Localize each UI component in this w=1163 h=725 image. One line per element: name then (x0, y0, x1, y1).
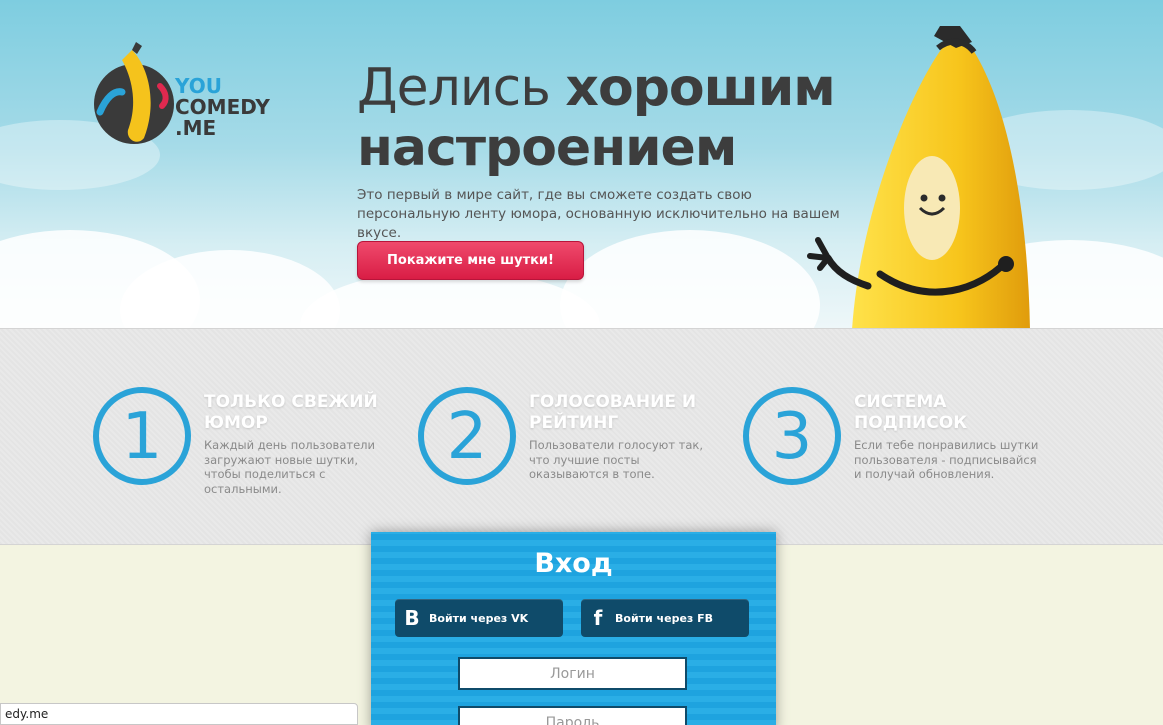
features-section: 1 ТОЛЬКО СВЕЖИЙ ЮМОР Каждый день пользов… (0, 328, 1163, 545)
headline-light-text: Делись (357, 58, 566, 118)
feature-subscriptions: 3 СИСТЕМА ПОДПИСОК Если тебе понравились… (740, 384, 1040, 494)
banana-logo-icon (94, 42, 174, 144)
feature-number: 2 (447, 400, 488, 474)
number-three-icon: 3 (743, 387, 841, 485)
feature-number: 1 (122, 400, 163, 474)
headline-bold-text-2: настроением (357, 118, 737, 178)
feature-fresh-humor: 1 ТОЛЬКО СВЕЖИЙ ЮМОР Каждый день пользов… (90, 384, 390, 496)
feature-description: Если тебе понравились шутки пользователя… (854, 438, 1039, 481)
logo-line-comedy: COMEDY (175, 95, 270, 119)
feature-number: 3 (772, 400, 813, 474)
feature-voting-rating: 2 ГОЛОСОВАНИЕ И РЕЙТИНГ Пользователи гол… (415, 384, 715, 494)
login-field[interactable]: Логин (458, 657, 687, 690)
fb-login-label: Войти через FB (615, 611, 714, 625)
feature-title: ТОЛЬКО СВЕЖИЙ ЮМОР (204, 392, 378, 433)
logo-line-me: .ME (175, 116, 217, 140)
feature-title: СИСТЕМА ПОДПИСОК (854, 392, 968, 433)
hero-subtext: Это первый в мире сайт, где вы сможете с… (357, 187, 840, 241)
cloud-shape (560, 230, 820, 328)
show-jokes-button[interactable]: Покажите мне шутки! (357, 241, 584, 280)
login-title: Вход (534, 548, 613, 579)
fb-login-button[interactable]: f Войти через FB (581, 599, 749, 637)
feature-description: Пользователи голосуют так, что лучшие по… (529, 438, 704, 481)
login-panel: Вход В Войти через VK f Войти через FB Л… (371, 532, 776, 725)
feature-description: Каждый день пользователи загружают новые… (204, 438, 375, 496)
hero-section: YOU COMEDY .ME Делись хорошим настроение… (0, 0, 1163, 328)
hero-headline: Делись хорошим настроением (357, 58, 836, 178)
vk-login-button[interactable]: В Войти через VK (395, 599, 563, 637)
feature-title: ГОЛОСОВАНИЕ И РЕЙТИНГ (529, 392, 697, 433)
number-one-icon: 1 (93, 387, 191, 485)
headline-bold-text-1: хорошим (565, 58, 835, 118)
browser-status-bar: edy.me (0, 703, 358, 725)
vk-login-label: Войти через VK (429, 611, 529, 625)
logo-text[interactable]: YOU COMEDY .ME (175, 76, 270, 139)
number-two-icon: 2 (418, 387, 516, 485)
logo-line-you: YOU (175, 74, 223, 98)
banana-character-icon (807, 26, 1030, 328)
password-field[interactable]: Пароль (458, 706, 687, 725)
vk-icon: В (404, 606, 420, 630)
facebook-icon: f (593, 606, 603, 630)
